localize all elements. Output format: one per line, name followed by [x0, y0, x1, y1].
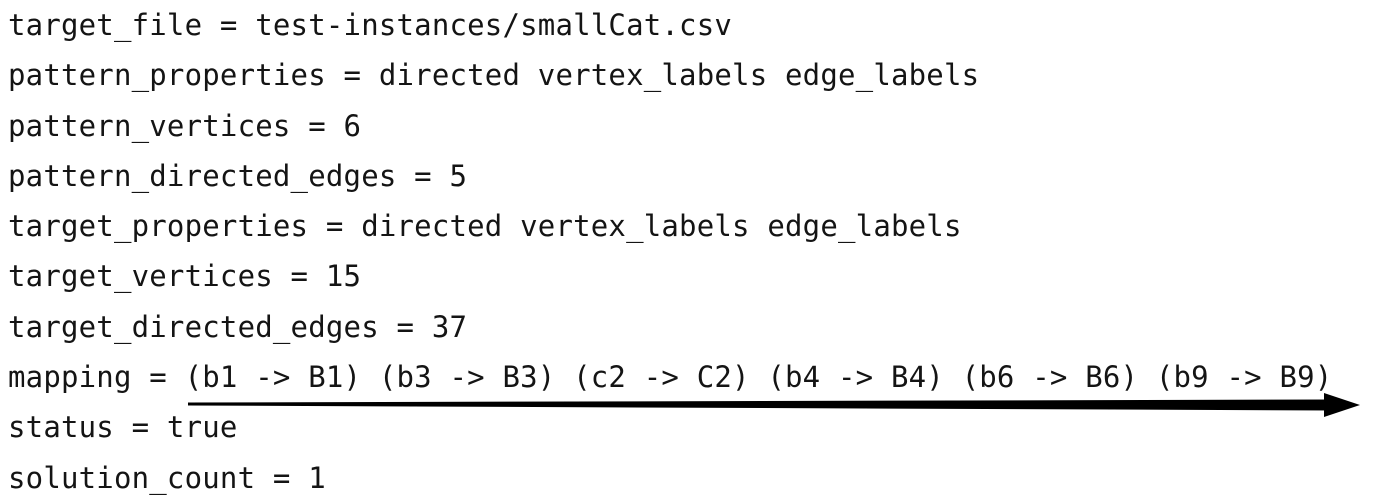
target-properties-line: target_properties = directed vertex_labe…	[8, 209, 962, 244]
target-file-line: target_file = test-instances/smallCat.cs…	[8, 8, 733, 42]
status-line: status = true	[8, 410, 238, 445]
solver-output: target_file = test-instances/smallCat.cs…	[8, 0, 1388, 499]
pattern-properties-line: pattern_properties = directed vertex_lab…	[8, 58, 980, 93]
solution-count-line: solution_count = 1	[8, 460, 326, 495]
mapping-line: mapping = (b1 -> B1) (b3 -> B3) (c2 -> C…	[8, 360, 1333, 395]
target-directed-edges-line: target_directed_edges = 37	[8, 309, 468, 344]
pattern-vertices-line: pattern_vertices = 6	[8, 108, 362, 143]
target-vertices-line: target_vertices = 15	[8, 259, 362, 294]
pattern-directed-edges-line: pattern_directed_edges = 5	[8, 158, 468, 193]
